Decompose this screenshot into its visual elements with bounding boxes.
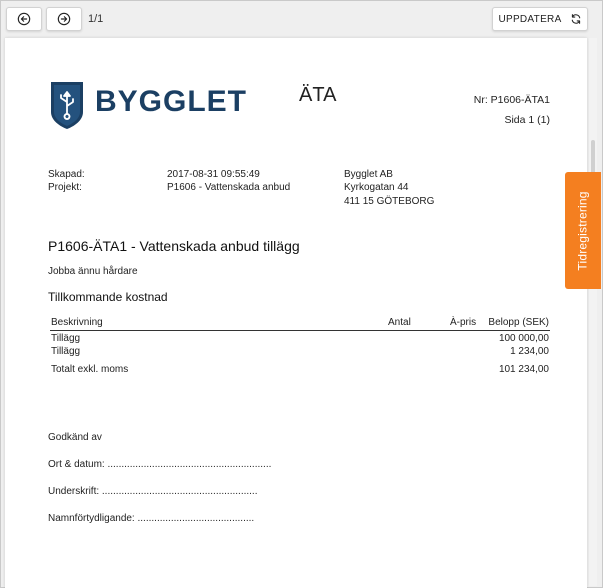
header-amount: Belopp (SEK) [488,317,549,328]
usb-shield-logo-icon [51,82,83,129]
refresh-button[interactable]: UPPDATERA [492,7,588,31]
total-value: 101 234,00 [498,364,549,375]
document-number: Nr: P1606-ÄTA1 [473,94,550,106]
place-date-line: Ort & datum: ...........................… [48,459,272,470]
document-description: Jobba ännu hårdare [48,266,138,277]
company-name: Bygglet AB [344,169,393,180]
table-total-row: Totalt exkl. moms 101 234,00 [50,364,550,377]
table-header: Beskrivning Antal À-pris Belopp (SEK) [50,317,550,331]
row-amount: 1 234,00 [510,346,549,357]
document-title: P1606-ÄTA1 - Vattenskada anbud tillägg [48,238,300,254]
row-description: Tillägg [51,346,81,357]
arrow-right-circle-icon [57,12,71,26]
row-amount: 100 000,00 [498,333,549,344]
refresh-icon [571,14,580,24]
time-registration-label: Tidregistrering [576,190,590,271]
company-street: Kyrkogatan 44 [344,182,409,193]
approval-heading: Godkänd av [48,432,102,443]
document-type: ÄTA [299,84,337,106]
total-label: Totalt exkl. moms [51,364,129,375]
cost-table: Beskrivning Antal À-pris Belopp (SEK) Ti… [50,317,550,377]
time-registration-tab[interactable]: Tidregistrering [565,172,601,289]
header-quantity: Antal [388,317,411,328]
arrow-left-circle-icon [17,12,31,26]
scrollbar-track[interactable] [589,38,597,586]
toolbar: 1/1 UPPDATERA [0,0,603,36]
table-row: Tillägg 1 234,00 [50,346,550,359]
header-unit-price: À-pris [450,317,477,328]
header-description: Beskrivning [51,317,103,328]
page-number: Sida 1 (1) [504,114,550,126]
signature-line: Underskrift: ...........................… [48,486,258,497]
created-label: Skapad: [48,169,85,180]
document-page: BYGGLET ÄTA Nr: P1606-ÄTA1 Sida 1 (1) Sk… [5,38,587,588]
created-value: 2017-08-31 09:55:49 [167,169,260,180]
section-title: Tillkommande kostnad [48,290,168,304]
project-value: P1606 - Vattenskada anbud [167,182,291,193]
name-clarification-line: Namnförtydligande: .....................… [48,513,255,524]
previous-page-button[interactable] [6,7,42,31]
company-city: 411 15 GÖTEBORG [344,196,435,207]
row-description: Tillägg [51,333,81,344]
next-page-button[interactable] [46,7,82,31]
table-row: Tillägg 100 000,00 [50,333,550,346]
refresh-label: UPPDATERA [498,13,562,25]
logo-wordmark: BYGGLET [95,85,248,118]
project-label: Projekt: [48,182,82,193]
page-indicator: 1/1 [88,13,104,25]
